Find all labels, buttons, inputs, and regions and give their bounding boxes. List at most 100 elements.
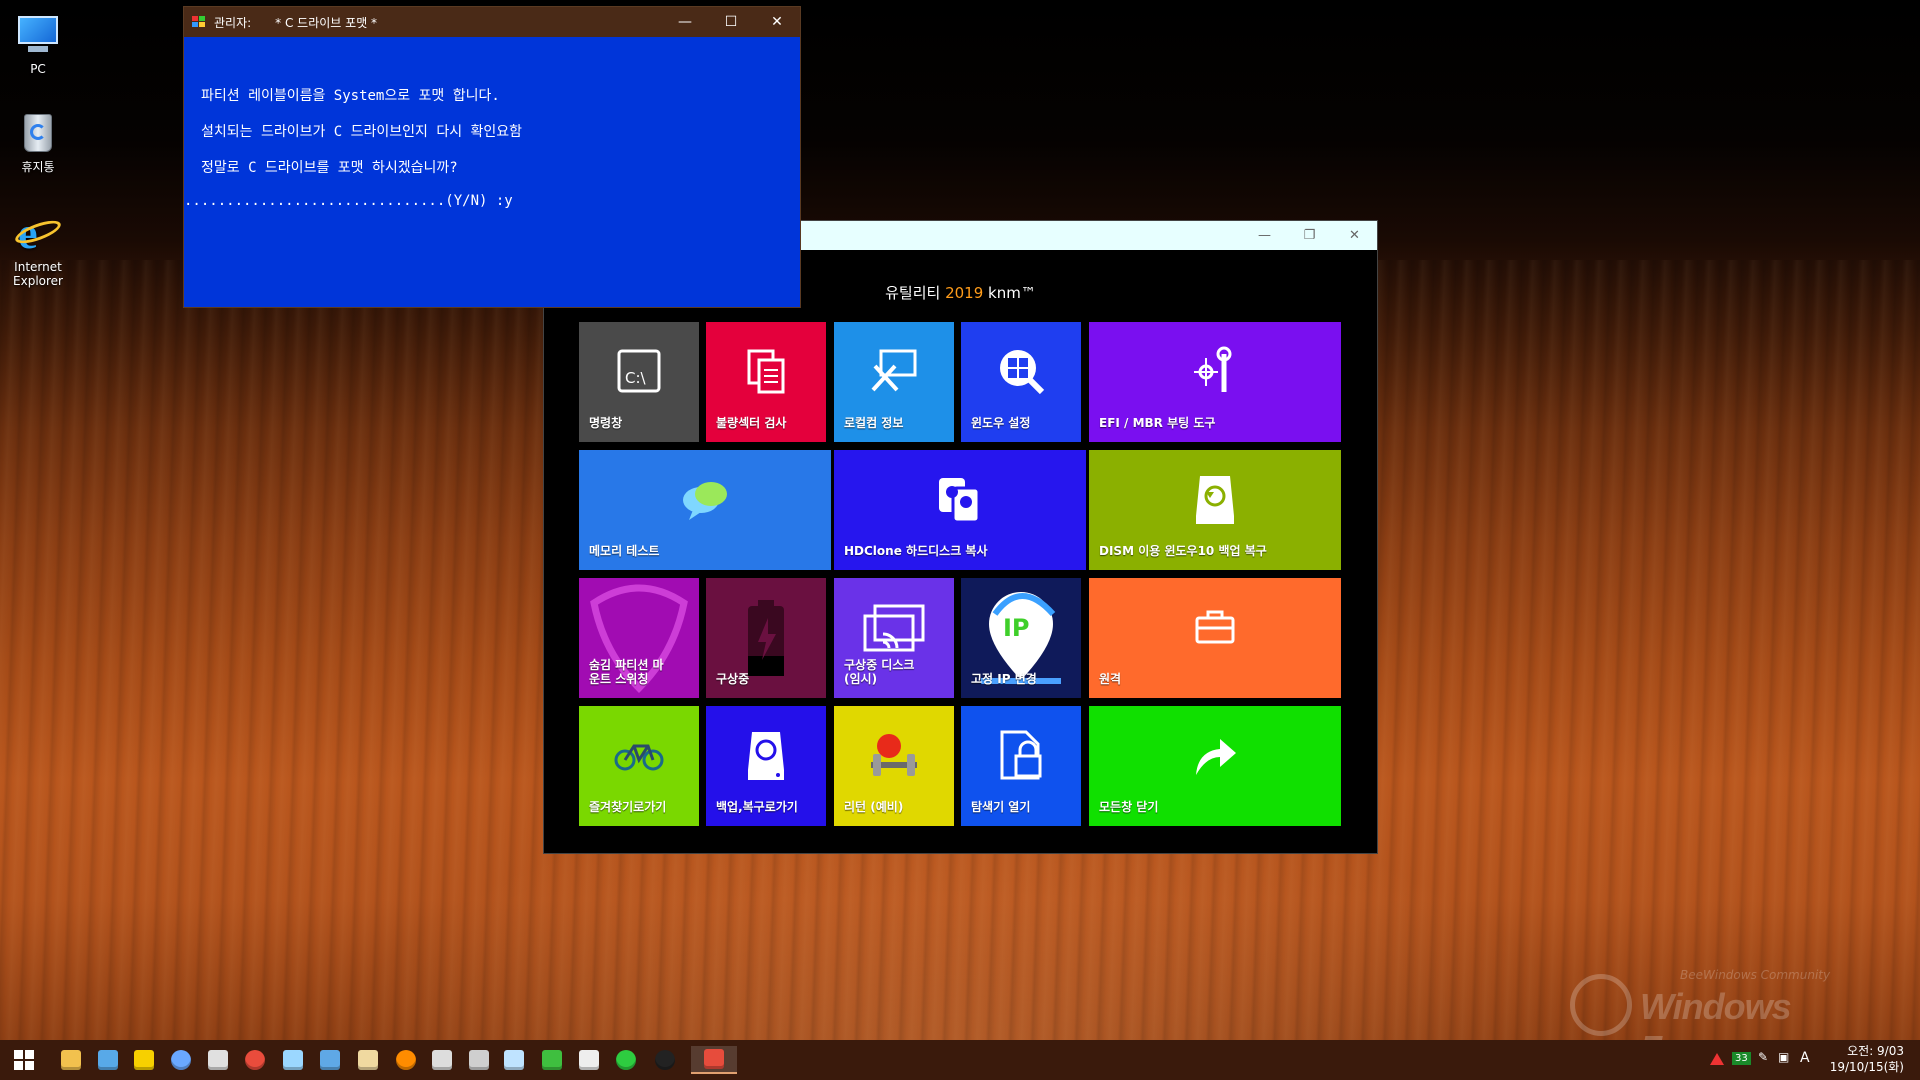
tile-label: HDClone 하드디스크 복사 bbox=[844, 544, 988, 558]
remote-desktop-glyph bbox=[98, 1050, 118, 1070]
tile-cast-screen[interactable]: 구상중 디스크 (임시) bbox=[834, 578, 954, 698]
maximize-button[interactable]: ☐ bbox=[708, 7, 754, 37]
windows-start-icon[interactable] bbox=[10, 1046, 38, 1074]
minimize-button[interactable]: — bbox=[662, 7, 708, 37]
tile-briefcase[interactable]: 원격 bbox=[1089, 578, 1341, 698]
tile-tools[interactable]: EFI / MBR 부팅 도구 bbox=[1089, 322, 1341, 442]
system-tray: 33 ✎ ▣ A 오전: 9/03 19/10/15(화) bbox=[1680, 1040, 1920, 1080]
desktop-icon-pc[interactable]: PC bbox=[0, 10, 76, 76]
notepad-icon[interactable] bbox=[279, 1046, 307, 1074]
desktop-icon-label: PC bbox=[30, 62, 46, 76]
console-titlebar[interactable]: 관리자: * C 드라이브 포맷 * — ☐ ✕ bbox=[184, 7, 800, 37]
tile-documents[interactable]: 불량섹터 검사 bbox=[706, 322, 826, 442]
internet-explorer-icon: e bbox=[12, 208, 64, 258]
tile-backup-disk[interactable]: 백업,복구로가기 bbox=[706, 706, 826, 826]
tile-share-arrow[interactable]: 모든창 닫기 bbox=[1089, 706, 1341, 826]
battery-icon bbox=[744, 598, 788, 678]
orange-ball-glyph bbox=[396, 1050, 416, 1070]
tools-icon[interactable] bbox=[204, 1046, 232, 1074]
tile-label: 구상중 bbox=[716, 672, 750, 686]
network-icon[interactable] bbox=[465, 1046, 493, 1074]
console-window: 관리자: * C 드라이브 포맷 * — ☐ ✕ 파티션 레이블이름을 Syst… bbox=[183, 6, 801, 308]
clock[interactable]: 오전: 9/03 19/10/15(화) bbox=[1830, 1043, 1904, 1075]
computer-icon bbox=[14, 10, 62, 58]
brand-year: 2019 bbox=[945, 284, 984, 302]
apple-dumbbell-icon bbox=[834, 720, 954, 790]
network-glyph bbox=[469, 1050, 489, 1070]
svg-text:IP: IP bbox=[1003, 614, 1030, 642]
tile-disk-clone[interactable]: HDClone 하드디스크 복사 bbox=[834, 450, 1086, 570]
scissors-icon[interactable] bbox=[575, 1046, 603, 1074]
network-warning-icon[interactable] bbox=[1710, 1053, 1724, 1065]
chrome-icon[interactable] bbox=[241, 1046, 269, 1074]
browser-icon[interactable] bbox=[167, 1046, 195, 1074]
registry-icon[interactable] bbox=[428, 1046, 456, 1074]
chrome-glyph bbox=[245, 1050, 265, 1070]
restore-button[interactable]: ❐ bbox=[1287, 221, 1332, 250]
console-line: 설치되는 드라이브가 C 드라이브인지 다시 확인요함 bbox=[201, 124, 523, 140]
close-button[interactable]: ✕ bbox=[1332, 221, 1377, 250]
black-ball-icon[interactable] bbox=[651, 1046, 679, 1074]
archive-icon[interactable] bbox=[354, 1046, 382, 1074]
svg-text:C:\: C:\ bbox=[625, 369, 647, 387]
tile-chat-bubbles[interactable]: 메모리 테스트 bbox=[579, 450, 831, 570]
disk-restore-icon bbox=[1089, 464, 1341, 534]
windows-forum-watermark: BeeWindows Community Windows Forum bbox=[1570, 968, 1890, 1069]
tile-apple-dumbbell[interactable]: 리턴 (예비) bbox=[834, 706, 954, 826]
command-prompt-icon: C:\ bbox=[579, 336, 699, 406]
windows-search-icon bbox=[961, 336, 1081, 406]
tile-battery[interactable]: 구상중 bbox=[706, 578, 826, 698]
windows-update-glyph bbox=[320, 1050, 340, 1070]
desktop-icon-recycle-bin[interactable]: 휴지통 bbox=[0, 108, 76, 174]
remote-tools-icon bbox=[834, 336, 954, 406]
pen-icon[interactable]: ✎ bbox=[1758, 1050, 1768, 1064]
console-app-icon[interactable] bbox=[691, 1046, 737, 1074]
minimize-button[interactable]: — bbox=[1242, 221, 1287, 250]
console-line: 정말로 C 드라이브를 포맷 하시겠습니까? bbox=[201, 160, 458, 176]
tile-label: 모든창 닫기 bbox=[1099, 800, 1159, 814]
console-app-icon bbox=[192, 16, 206, 28]
cast-screen-icon bbox=[834, 592, 954, 662]
tile-disk-restore[interactable]: DISM 이용 윈도우10 백업 복구 bbox=[1089, 450, 1341, 570]
tile-remote-tools[interactable]: 로컬컴 정보 bbox=[834, 322, 954, 442]
chat-bubbles-icon bbox=[579, 464, 831, 534]
tools-glyph bbox=[208, 1050, 228, 1070]
tile-ip-pin[interactable]: IP 고정 IP 변경 bbox=[961, 578, 1081, 698]
tray-badge[interactable]: 33 bbox=[1732, 1052, 1751, 1065]
desktop-icon-internet-explorer[interactable]: e Internet Explorer bbox=[0, 208, 76, 288]
windows-update-icon[interactable] bbox=[316, 1046, 344, 1074]
close-button[interactable]: ✕ bbox=[754, 7, 800, 37]
disk-clone-icon bbox=[834, 464, 1086, 534]
windows-logo-icon bbox=[1570, 974, 1632, 1036]
refresh-icon[interactable] bbox=[612, 1046, 640, 1074]
scissors-glyph bbox=[579, 1050, 599, 1070]
backup-disk-icon bbox=[706, 720, 826, 790]
tile-label: 숨김 파티션 마 운트 스위칭 bbox=[589, 658, 664, 686]
tile-pick[interactable]: 숨김 파티션 마 운트 스위칭 bbox=[579, 578, 699, 698]
recycle-bin-icon bbox=[14, 108, 62, 156]
tile-label: 탐색기 열기 bbox=[971, 800, 1031, 814]
h-app-icon[interactable] bbox=[538, 1046, 566, 1074]
network-icon[interactable]: ▣ bbox=[1778, 1050, 1789, 1064]
tile-command-prompt[interactable]: C:\ 명령창 bbox=[579, 322, 699, 442]
console-output[interactable]: 파티션 레이블이름을 System으로 포맷 합니다. 설치되는 드라이브가 C… bbox=[184, 37, 800, 229]
ime-indicator[interactable]: A bbox=[1800, 1050, 1810, 1066]
tile-label: 백업,복구로가기 bbox=[716, 800, 798, 814]
console-title-prefix: 관리자: bbox=[214, 15, 252, 30]
monitor-icon[interactable] bbox=[500, 1046, 528, 1074]
taskbar: 33 ✎ ▣ A 오전: 9/03 19/10/15(화) bbox=[0, 1040, 1920, 1080]
locked-file-icon bbox=[961, 720, 1081, 790]
remote-desktop-icon[interactable] bbox=[94, 1046, 122, 1074]
window-controls: — ☐ ✕ bbox=[662, 7, 800, 37]
brand-suffix: knm™ bbox=[983, 284, 1036, 302]
clock-time: 오전: 9/03 bbox=[1847, 1044, 1904, 1058]
tile-windows-search[interactable]: 윈도우 설정 bbox=[961, 322, 1081, 442]
tile-locked-file[interactable]: 탐색기 열기 bbox=[961, 706, 1081, 826]
tile-bicycle[interactable]: 즐겨찾기로가기 bbox=[579, 706, 699, 826]
orange-ball-icon[interactable] bbox=[392, 1046, 420, 1074]
media-player-icon[interactable] bbox=[130, 1046, 158, 1074]
black-ball-glyph bbox=[655, 1050, 675, 1070]
window-controls: — ❐ ✕ bbox=[1242, 221, 1377, 250]
share-arrow-icon bbox=[1089, 720, 1341, 790]
file-explorer-icon[interactable] bbox=[57, 1046, 85, 1074]
